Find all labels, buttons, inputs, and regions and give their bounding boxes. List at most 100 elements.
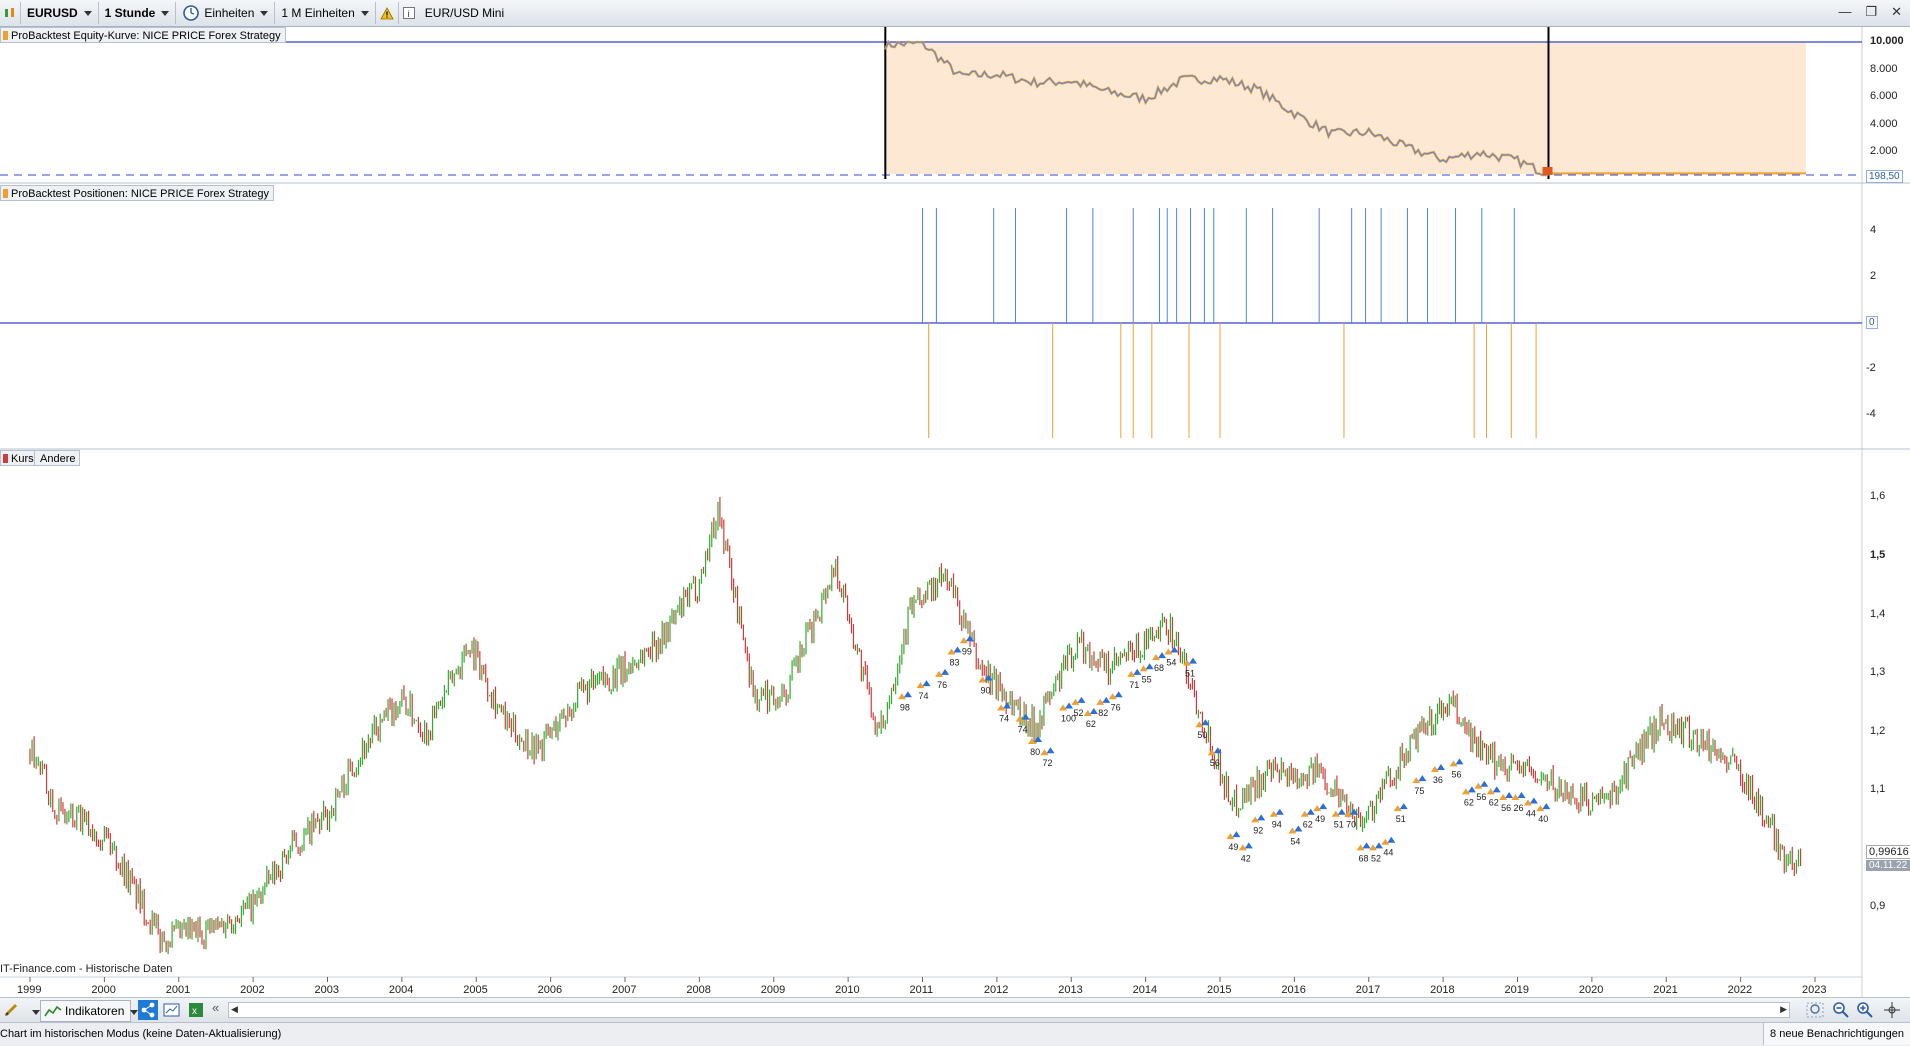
timeframe-selector[interactable]: 1 Stunde [99, 2, 177, 24]
trade-exit-arrow [1257, 814, 1266, 821]
trade-exit-arrow [1145, 663, 1154, 670]
scroll-start-icon[interactable]: « [212, 1000, 219, 1015]
chart-type-icon[interactable] [0, 2, 21, 24]
trade-exit-arrow [1306, 808, 1315, 815]
chart-window-icon [163, 1003, 180, 1017]
chevron-down-icon [130, 1010, 138, 1015]
trade-exit-arrow [1505, 791, 1514, 798]
trade-exit-arrow [1158, 652, 1167, 659]
x-axis-year-label: 2017 [1356, 984, 1380, 996]
trade-label: 44 [1383, 848, 1393, 858]
legend-swatch [3, 454, 8, 463]
trade-label: 94 [1272, 820, 1282, 830]
candlestick-icon [5, 8, 14, 17]
symbol-selector[interactable]: EURUSD [21, 2, 99, 24]
trade-exit-arrow [1021, 713, 1030, 720]
trade-label: 51 [1334, 820, 1344, 830]
drawing-tools-dropdown[interactable] [26, 1004, 40, 1018]
minimize-icon[interactable]: — [1838, 4, 1851, 20]
units-label: Einheiten [204, 6, 255, 20]
price-tab-kurs-label: Kurs [11, 453, 34, 465]
x-axis-year-label: 2008 [686, 984, 710, 996]
x-axis-year-label: 2006 [538, 984, 562, 996]
trade-exit-arrow [1114, 691, 1123, 698]
trade-exit-arrow [1337, 808, 1346, 815]
x-axis-year-label: 2011 [910, 984, 934, 996]
trade-label: 49 [1315, 814, 1325, 824]
trade-exit-arrow [1480, 780, 1489, 787]
positions-tick: -4 [1866, 408, 1876, 420]
x-axis-year-label: 2007 [612, 984, 636, 996]
trade-exit-arrow [1133, 668, 1142, 675]
trade-exit-arrow [1418, 775, 1427, 782]
chart-area[interactable]: 9874768399907474807210052628276715568545… [0, 27, 1910, 997]
x-axis-year-label: 2012 [984, 984, 1008, 996]
zoom-fit-button[interactable] [1806, 1001, 1826, 1022]
trade-label: 62 [1464, 797, 1474, 807]
equity-panel-title: ProBacktest Equity-Kurve: NICE PRICE For… [11, 30, 281, 42]
trade-label: 52 [1073, 708, 1083, 718]
trade-label: 54 [1290, 837, 1300, 847]
trade-label: 56 [1210, 758, 1220, 768]
notifications-link[interactable]: 8 neue Benachrichtigungen [1763, 1023, 1910, 1045]
zoom-fit-icon [1806, 1002, 1824, 1018]
x-axis-year-label: 2013 [1058, 984, 1082, 996]
trade-label: 54 [1166, 657, 1176, 667]
units-count-selector[interactable]: 1 M Einheiten [275, 2, 376, 24]
x-axis-year-label: 2009 [761, 984, 785, 996]
price-tick: 1,4 [1870, 608, 1886, 620]
trade-exit-arrow [1436, 763, 1445, 770]
zoom-in-button[interactable] [1856, 1001, 1874, 1022]
price-tick: 1,1 [1870, 783, 1886, 795]
positions-panel-title: ProBacktest Positionen: NICE PRICE Forex… [11, 188, 269, 200]
equity-tick: 8.000 [1870, 63, 1898, 75]
equity-tick: 6.000 [1870, 90, 1898, 102]
trade-label: 83 [949, 657, 959, 667]
zoom-out-button[interactable] [1832, 1001, 1850, 1022]
x-axis-year-label: 2004 [389, 984, 413, 996]
status-bar: Chart im historischen Modus (keine Daten… [0, 1022, 1910, 1046]
indicators-dropdown[interactable] [124, 1004, 138, 1018]
pencil-icon [4, 1003, 18, 1017]
equity-panel-label[interactable]: ProBacktest Equity-Kurve: NICE PRICE For… [0, 27, 286, 43]
trade-exit-arrow [1362, 842, 1371, 849]
trade-exit-arrow [941, 668, 950, 675]
warning-icon [380, 6, 394, 19]
scroll-right-icon[interactable]: ▶ [1780, 1004, 1787, 1015]
export-button[interactable]: x [188, 1001, 206, 1022]
price-tab-kurs[interactable]: Kurs [0, 450, 39, 466]
drawing-tools-button[interactable] [2, 1001, 24, 1019]
share-button[interactable] [138, 1000, 158, 1020]
close-icon[interactable]: ✕ [1891, 4, 1902, 20]
trade-exit-arrow [1387, 836, 1396, 843]
equity-panel [0, 27, 1862, 179]
warning-button[interactable] [376, 2, 399, 24]
scroll-left-icon[interactable]: ◀ [231, 1004, 238, 1015]
positions-panel-label[interactable]: ProBacktest Positionen: NICE PRICE Forex… [0, 185, 274, 201]
clock-icon [183, 5, 200, 21]
x-axis-year-label: 2001 [166, 984, 190, 996]
trade-exit-arrow [1102, 696, 1111, 703]
units-count-label: 1 M Einheiten [281, 6, 355, 20]
price-tab-andere[interactable]: Andere [34, 450, 81, 466]
info-button[interactable]: i [399, 2, 419, 24]
x-axis: 1999 2000 2001 2002 2003 2004 2005 2006 2007 2008… [0, 976, 1862, 996]
zoom-out-icon [1833, 1002, 1849, 1018]
crosshair-button[interactable] [1882, 1001, 1902, 1022]
trade-exit-arrow [1034, 736, 1043, 743]
trade-label: 62 [1489, 797, 1499, 807]
trade-label: 76 [937, 680, 947, 690]
units-selector[interactable]: Einheiten [176, 2, 276, 24]
indicators-button[interactable]: Indikatoren [40, 1000, 132, 1022]
chevron-down-icon [161, 10, 170, 16]
horizontal-scrollbar[interactable]: ◀ ▶ [228, 1002, 1790, 1018]
restore-icon[interactable]: ❐ [1865, 4, 1877, 20]
trade-exit-arrow [1244, 842, 1253, 849]
trade-exit-arrow [1455, 758, 1464, 765]
x-axis-year-label: 2002 [240, 984, 264, 996]
chevron-down-icon [32, 1010, 40, 1015]
trade-label: 75 [1414, 786, 1424, 796]
equity-tick: 10.000 [1870, 35, 1904, 47]
screenshot-button[interactable] [163, 1001, 181, 1022]
trade-exit-arrow [1517, 791, 1526, 798]
